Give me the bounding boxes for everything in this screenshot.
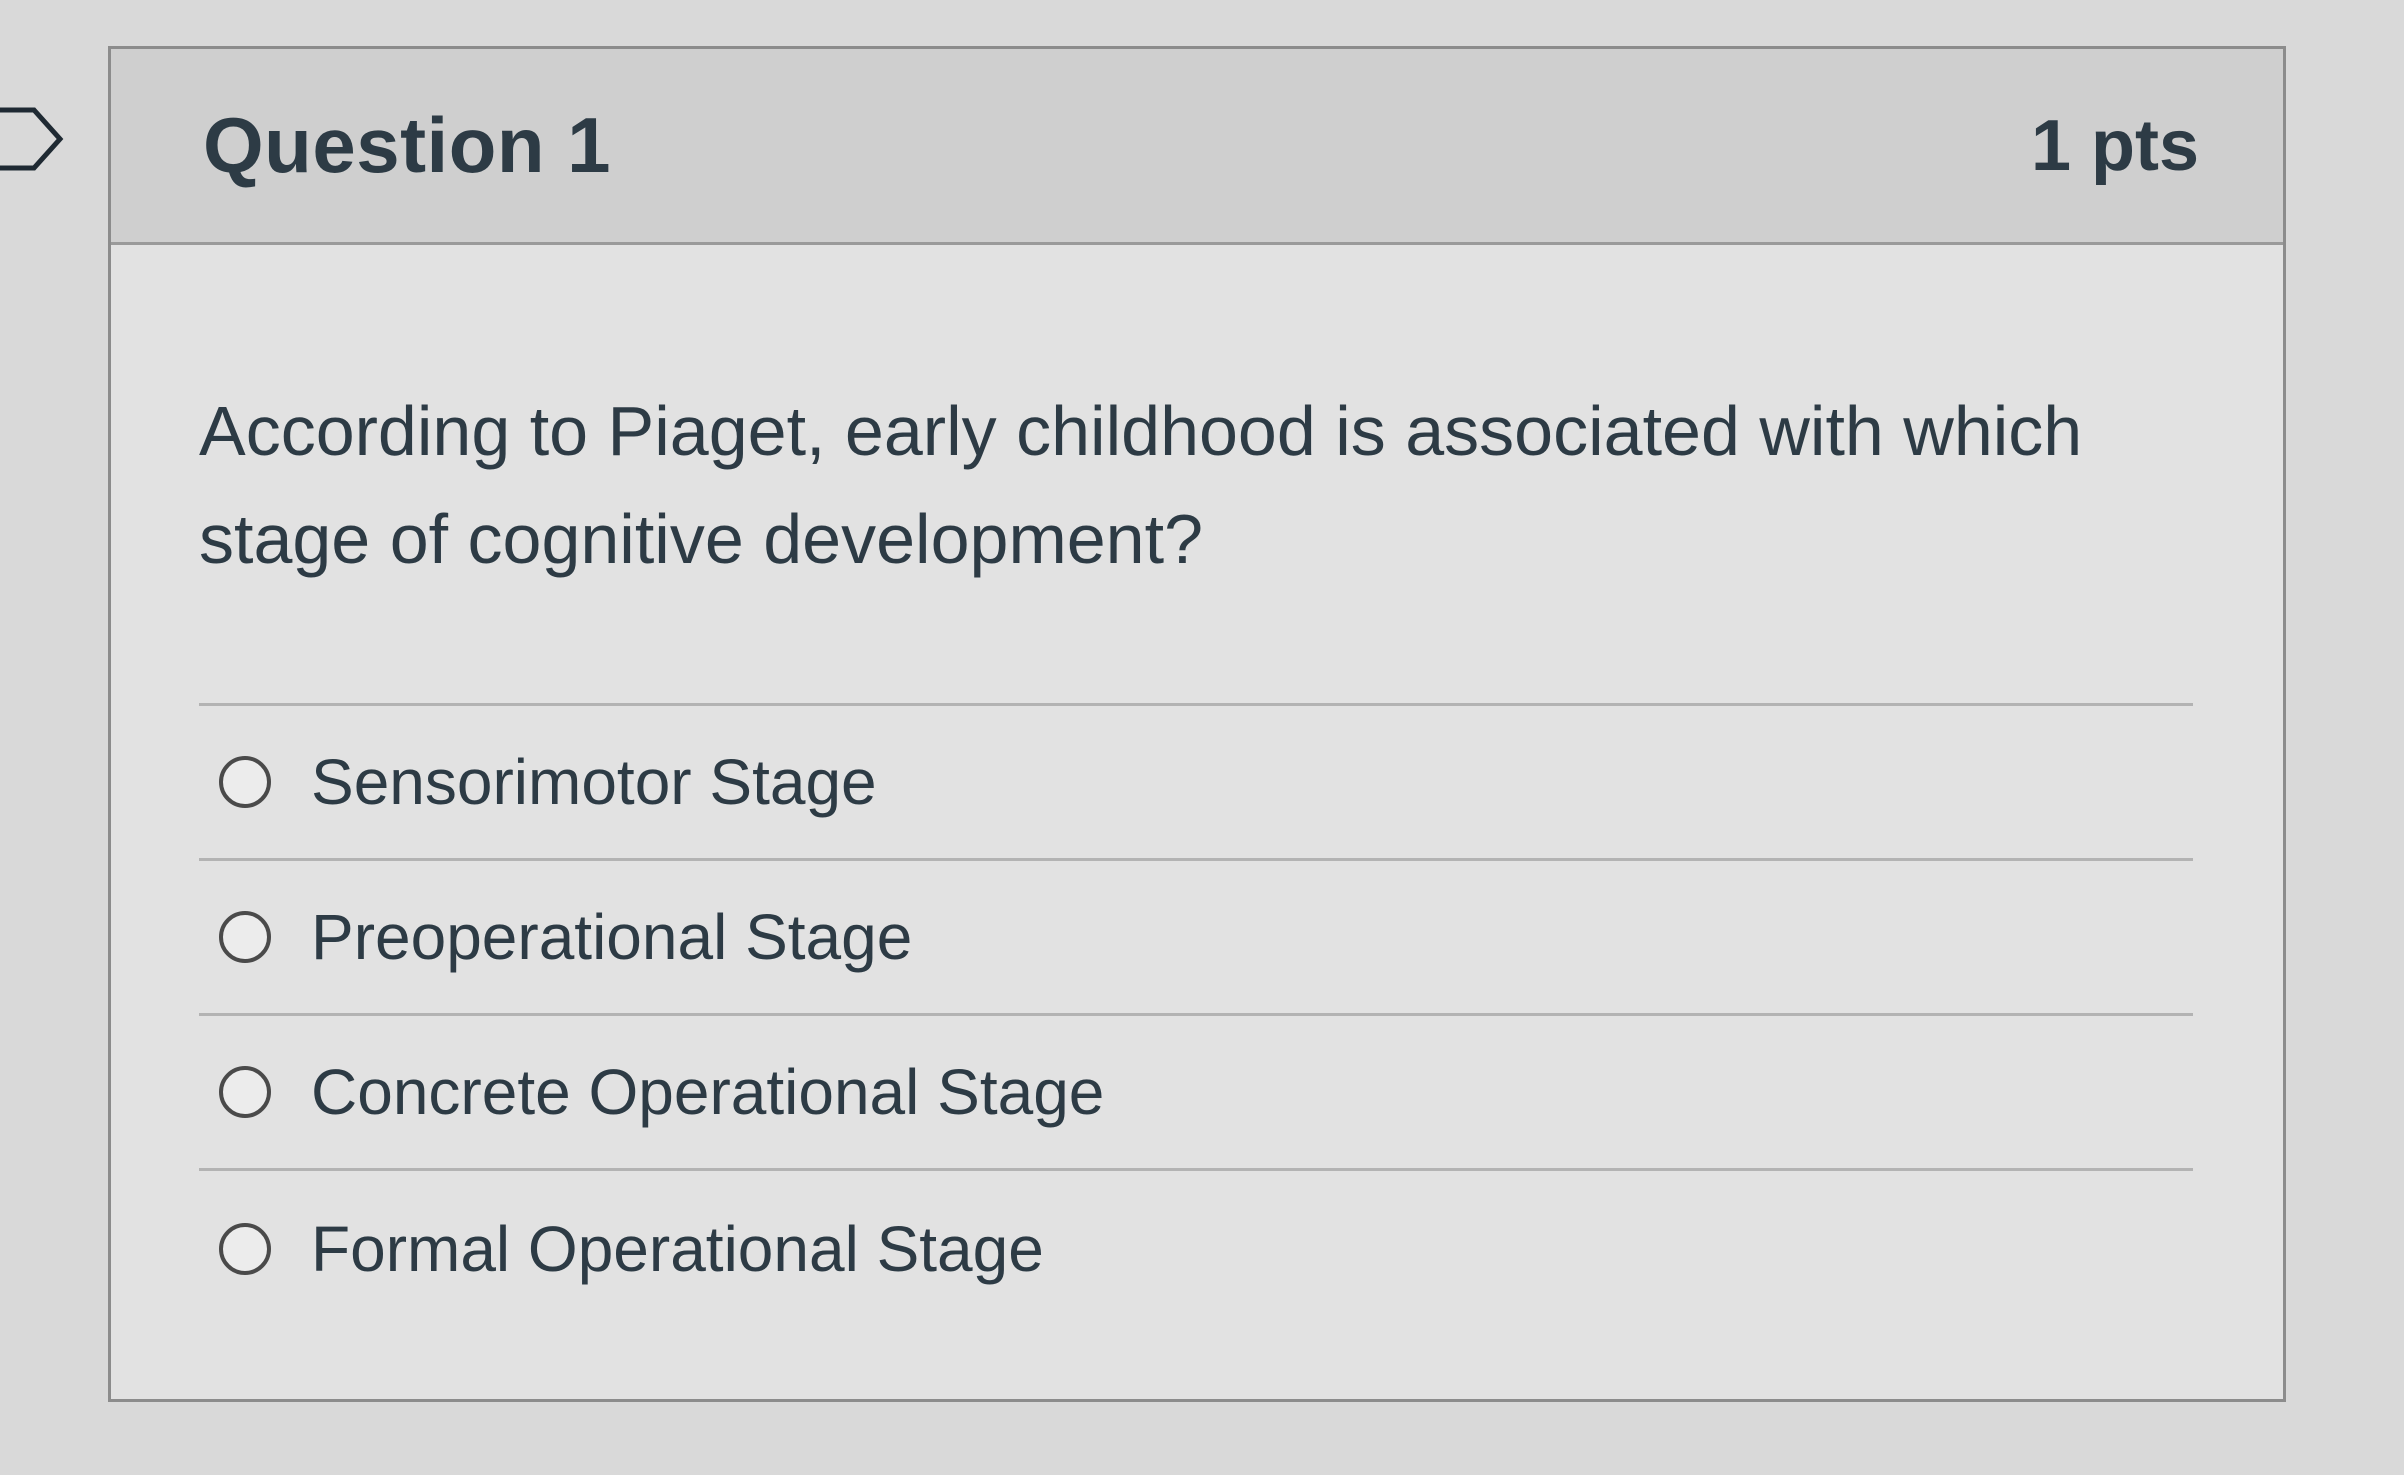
answer-option-formal-operational[interactable]: Formal Operational Stage	[199, 1171, 2193, 1326]
answer-label[interactable]: Sensorimotor Stage	[311, 745, 877, 819]
answer-list: Sensorimotor Stage Preoperational Stage …	[199, 703, 2193, 1326]
answer-label[interactable]: Concrete Operational Stage	[311, 1055, 1104, 1129]
answer-label[interactable]: Preoperational Stage	[311, 900, 912, 974]
answer-label[interactable]: Formal Operational Stage	[311, 1212, 1044, 1286]
question-points: 1 pts	[2030, 105, 2199, 186]
question-text: According to Piaget, early childhood is …	[199, 392, 2083, 578]
radio-button-icon[interactable]	[219, 911, 271, 963]
question-card: Question 1 1 pts According to Piaget, ea…	[108, 46, 2286, 1402]
answer-option-preoperational[interactable]: Preoperational Stage	[199, 861, 2193, 1016]
answer-option-concrete-operational[interactable]: Concrete Operational Stage	[199, 1016, 2193, 1171]
radio-button-icon[interactable]	[219, 756, 271, 808]
bookmark-flag-icon[interactable]	[0, 106, 64, 172]
question-body: According to Piaget, early childhood is …	[111, 245, 2283, 1326]
question-header: Question 1 1 pts	[111, 49, 2283, 245]
radio-button-icon[interactable]	[219, 1066, 271, 1118]
radio-button-icon[interactable]	[219, 1222, 271, 1275]
question-title: Question 1	[203, 101, 612, 189]
answer-option-sensorimotor[interactable]: Sensorimotor Stage	[199, 706, 2193, 861]
